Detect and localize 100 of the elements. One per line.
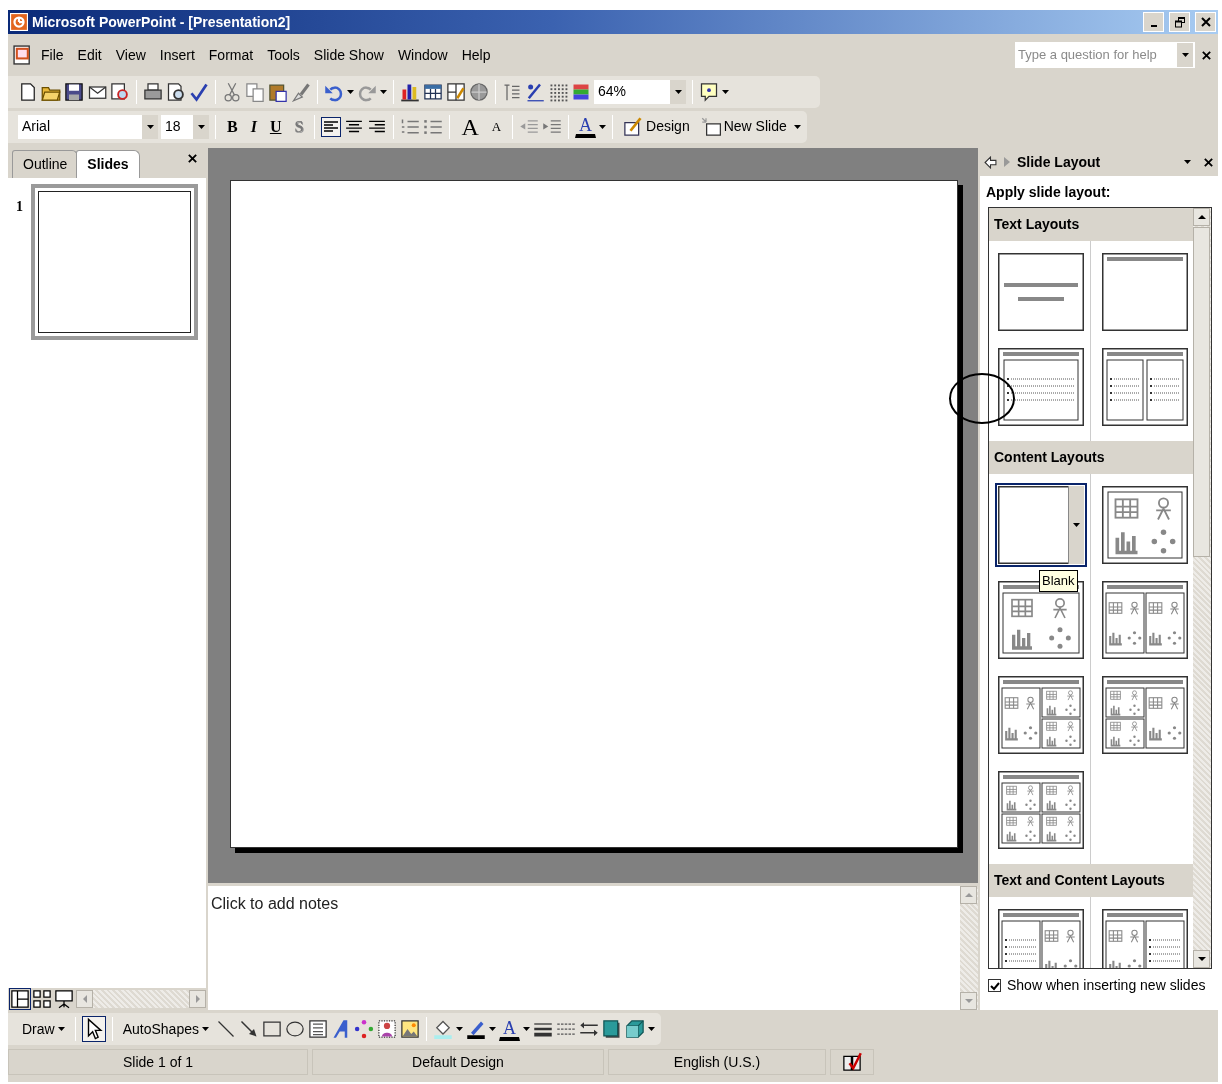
caret-icon[interactable] xyxy=(57,1027,65,1031)
line-icon[interactable] xyxy=(215,1019,236,1039)
caret-icon[interactable] xyxy=(201,1027,209,1031)
figure-frame-icon[interactable] xyxy=(376,1019,397,1039)
menu-item[interactable]: Edit xyxy=(70,42,109,68)
font-name-dropdown[interactable]: Arial xyxy=(18,114,158,139)
dropdown-arrow-icon[interactable] xyxy=(674,89,682,94)
diagram-icon[interactable] xyxy=(353,1019,374,1039)
dropdown-arrow-icon[interactable] xyxy=(1073,523,1080,527)
shadow-icon[interactable] xyxy=(601,1019,622,1039)
printer-icon[interactable] xyxy=(143,81,163,102)
vertical-scrollbar[interactable] xyxy=(1193,208,1211,968)
print-preview-icon[interactable] xyxy=(166,81,186,102)
new-slide-icon[interactable] xyxy=(700,116,721,137)
rectangle-icon[interactable] xyxy=(261,1019,282,1039)
dropdown-arrow-icon[interactable] xyxy=(197,124,205,129)
design-button[interactable]: Design xyxy=(619,114,694,139)
new-slide-button[interactable]: New Slide xyxy=(696,114,791,139)
paint-bucket-icon[interactable] xyxy=(432,1019,453,1039)
caret-icon[interactable] xyxy=(522,1027,530,1031)
autoshapes-menu-button[interactable]: AutoShapes xyxy=(118,1016,213,1042)
speech-bubble-icon[interactable] xyxy=(699,81,719,102)
font-color-button[interactable]: A xyxy=(498,1017,520,1041)
layout-thumbnail[interactable] xyxy=(995,673,1087,757)
layout-thumbnail[interactable] xyxy=(1099,673,1191,757)
menu-item[interactable]: File xyxy=(34,42,71,68)
picture-icon[interactable] xyxy=(399,1019,420,1039)
zoom-dropdown[interactable]: 64% xyxy=(594,79,686,104)
oval-icon[interactable] xyxy=(284,1019,305,1039)
text-format-icon[interactable] xyxy=(525,81,545,102)
notes-field[interactable]: Click to add notes xyxy=(208,886,960,1010)
menu-item[interactable]: Window xyxy=(390,42,455,68)
checkbox[interactable] xyxy=(988,979,1001,992)
caret-icon[interactable] xyxy=(599,124,607,129)
menu-item[interactable]: Insert xyxy=(152,42,202,68)
menu-item[interactable]: View xyxy=(108,42,153,68)
caret-icon[interactable] xyxy=(380,89,387,94)
document-icon[interactable] xyxy=(18,81,38,102)
slide-thumbnail[interactable] xyxy=(31,184,198,340)
pointer-icon[interactable] xyxy=(81,1016,106,1042)
document-search-icon[interactable] xyxy=(110,81,130,102)
grow-font-button[interactable]: A xyxy=(456,113,484,140)
draw-menu-button[interactable]: Draw xyxy=(18,1016,69,1042)
layout-thumbnail[interactable] xyxy=(995,250,1087,334)
text-box-icon[interactable] xyxy=(307,1019,328,1039)
layout-thumbnail[interactable] xyxy=(995,578,1087,662)
slide-sorter-icon[interactable] xyxy=(32,989,52,1009)
app-logo-icon[interactable] xyxy=(10,13,28,31)
projector-screen-icon[interactable] xyxy=(54,989,74,1009)
clipboard-icon[interactable] xyxy=(268,81,288,102)
layout-thumbnail[interactable] xyxy=(995,483,1087,567)
caret-icon[interactable] xyxy=(722,89,729,94)
scroll-up-icon[interactable] xyxy=(1197,214,1206,220)
close-icon[interactable] xyxy=(1201,49,1212,61)
layout-thumbnail[interactable] xyxy=(1099,345,1191,429)
back-arrow-icon[interactable] xyxy=(984,155,997,169)
layout-thumbnail[interactable] xyxy=(1099,906,1191,968)
shrink-font-button[interactable]: A xyxy=(486,119,507,134)
panel-tab[interactable]: Slides xyxy=(76,150,140,178)
caret-icon[interactable] xyxy=(488,1027,496,1031)
dropdown-arrow-icon[interactable] xyxy=(146,124,154,129)
underline-button[interactable]: U xyxy=(264,117,287,136)
layout-thumbnail[interactable] xyxy=(995,768,1087,852)
align-left-icon[interactable] xyxy=(321,116,342,137)
layout-thumbnail[interactable] xyxy=(995,345,1087,429)
close-icon[interactable] xyxy=(187,153,198,164)
cube-icon[interactable] xyxy=(624,1019,645,1039)
panel-tab[interactable]: Outline xyxy=(12,150,79,178)
menu-item[interactable]: Tools xyxy=(260,42,307,68)
layout-thumbnail[interactable] xyxy=(995,906,1087,968)
scroll-down-icon[interactable] xyxy=(1197,956,1206,962)
close-icon[interactable] xyxy=(1203,156,1214,168)
arrow-icon[interactable] xyxy=(238,1019,259,1039)
spelling-book-icon[interactable] xyxy=(842,1052,862,1072)
layout-thumbnail[interactable] xyxy=(1099,578,1191,662)
window-pencil-icon[interactable] xyxy=(446,81,466,102)
caret-icon[interactable] xyxy=(347,89,354,94)
menu-item[interactable]: Help xyxy=(454,42,498,68)
table-icon[interactable] xyxy=(423,81,443,102)
italic-button[interactable]: I xyxy=(245,117,262,136)
help-search-field[interactable]: Type a question for help xyxy=(1015,42,1195,68)
layout-thumbnail[interactable] xyxy=(1099,483,1191,567)
dropdown-arrow-icon[interactable] xyxy=(1184,160,1191,164)
pen-icon[interactable] xyxy=(465,1019,486,1039)
normal-view-icon[interactable] xyxy=(10,989,30,1009)
font-color-button[interactable]: A xyxy=(575,115,597,138)
spelling-check-icon[interactable] xyxy=(189,81,209,102)
scissors-icon[interactable] xyxy=(222,81,242,102)
bold-button[interactable]: B xyxy=(222,117,243,136)
globe-icon[interactable] xyxy=(469,81,489,102)
menu-item[interactable]: Format xyxy=(201,42,261,68)
caret-icon[interactable] xyxy=(455,1027,463,1031)
text-lines-icon[interactable] xyxy=(502,81,522,102)
layout-thumbnail[interactable] xyxy=(1099,250,1191,334)
dropdown-arrow-icon[interactable] xyxy=(1181,53,1189,57)
caret-icon[interactable] xyxy=(647,1027,655,1031)
design-pencil-icon[interactable] xyxy=(623,116,644,137)
caret-icon[interactable] xyxy=(793,124,801,129)
font-size-dropdown[interactable]: 18 xyxy=(161,114,209,139)
menu-item[interactable]: Slide Show xyxy=(306,42,391,68)
